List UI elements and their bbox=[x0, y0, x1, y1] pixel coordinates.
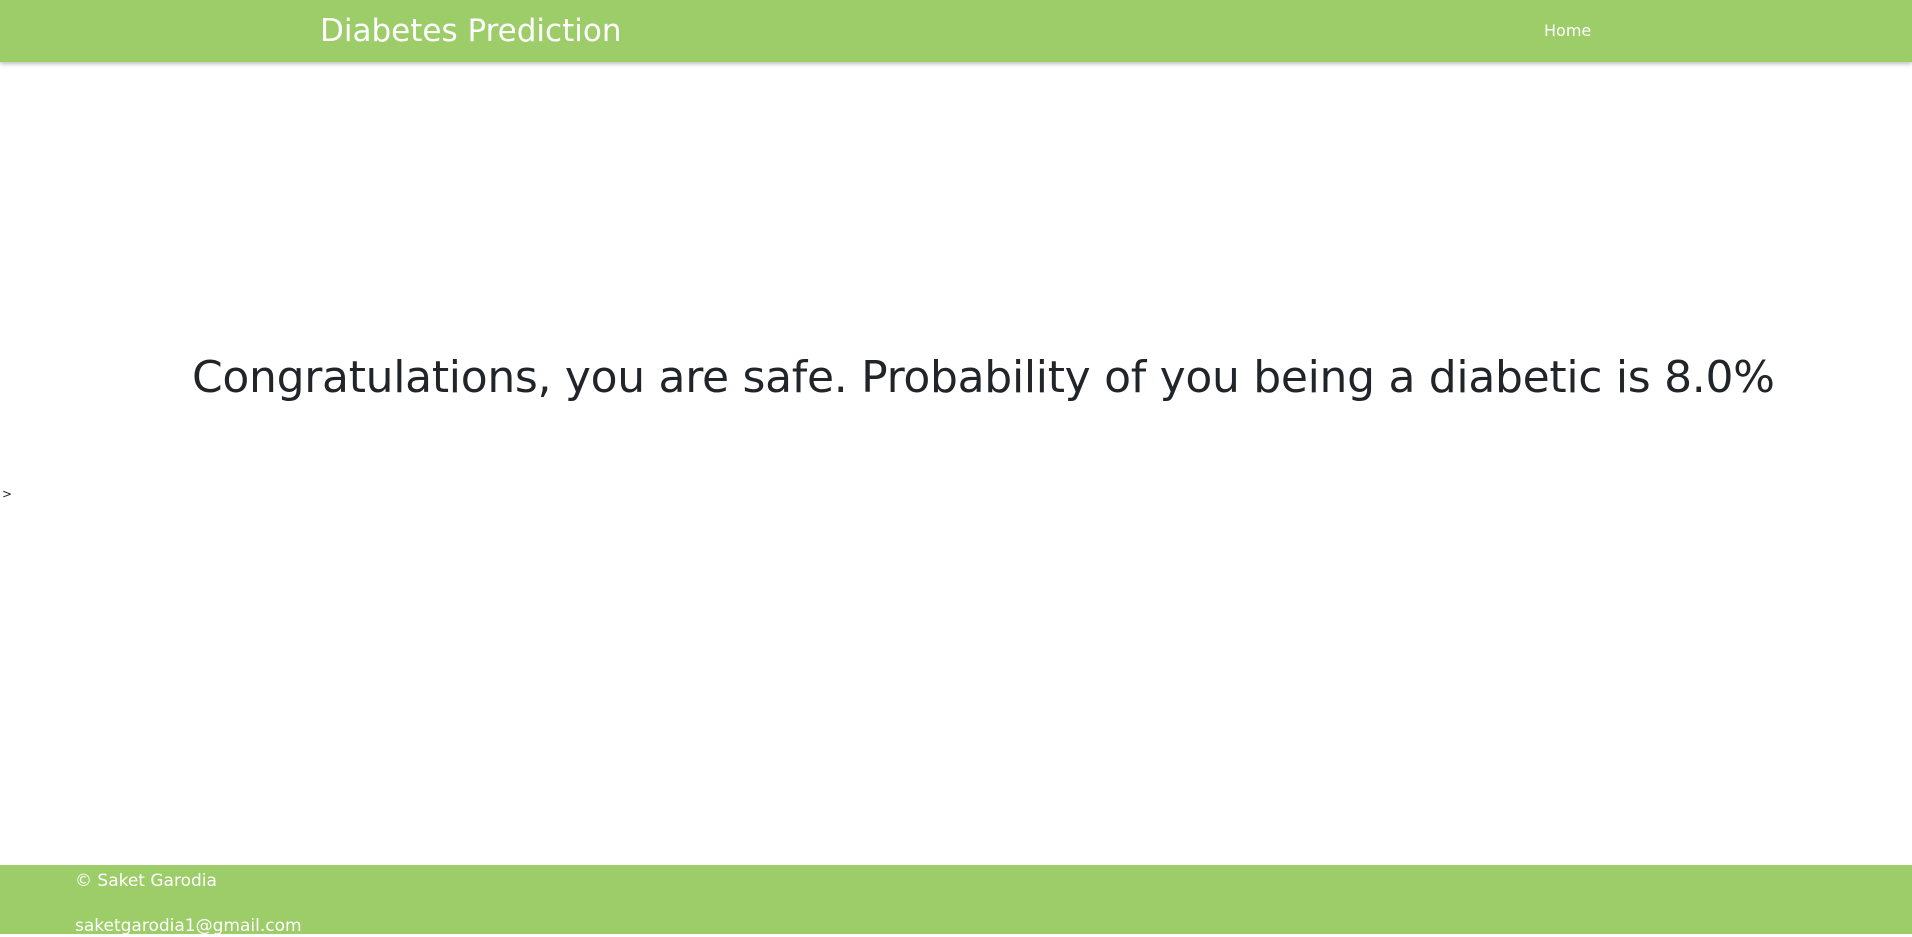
stray-text: > bbox=[2, 487, 13, 501]
top-navbar: Diabetes Prediction Home bbox=[0, 0, 1912, 62]
prediction-result-message: Congratulations, you are safe. Probabili… bbox=[192, 352, 1775, 403]
footer-copyright: © Saket Garodia bbox=[75, 871, 217, 891]
footer: © Saket Garodia saketgarodia1@gmail.com bbox=[0, 865, 1912, 936]
brand-title[interactable]: Diabetes Prediction bbox=[320, 11, 621, 51]
nav-home-link[interactable]: Home bbox=[1544, 20, 1591, 42]
